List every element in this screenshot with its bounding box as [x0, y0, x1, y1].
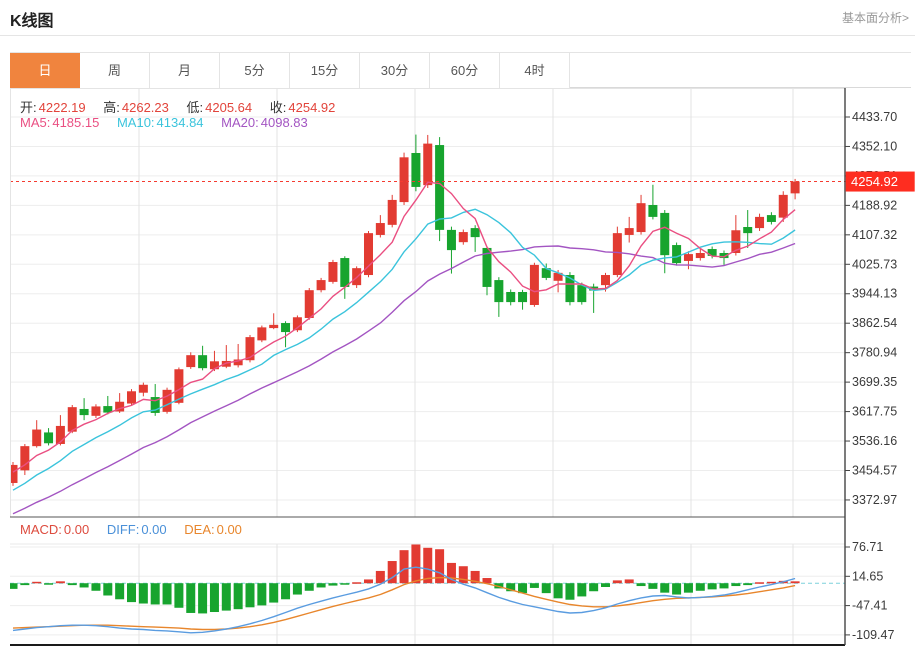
tab-60分[interactable]: 60分	[430, 53, 500, 88]
svg-text:3699.35: 3699.35	[852, 375, 897, 389]
diff-label: DIFF:	[107, 522, 140, 537]
svg-text:3617.75: 3617.75	[852, 405, 897, 419]
ohlc-readout: 开:4222.19 高:4262.23 低:4205.64 收:4254.92	[20, 97, 337, 116]
svg-text:4107.32: 4107.32	[852, 228, 897, 242]
ma5-value: 4185.15	[52, 115, 99, 130]
svg-text:4188.92: 4188.92	[852, 198, 897, 212]
macd-readout: MACD:0.00 DIFF:0.00 DEA:0.00	[20, 522, 244, 537]
tab-4时[interactable]: 4时	[500, 53, 570, 88]
last-price-label: 4254.92	[851, 174, 898, 189]
ma10-value: 4134.84	[157, 115, 204, 130]
close-label: 收:	[270, 100, 287, 115]
svg-text:-47.41: -47.41	[852, 599, 887, 613]
svg-text:3372.97: 3372.97	[852, 493, 897, 507]
low-value: 4205.64	[205, 100, 252, 115]
svg-text:3862.54: 3862.54	[852, 316, 897, 330]
svg-text:76.71: 76.71	[852, 540, 883, 554]
close-value: 4254.92	[288, 100, 335, 115]
macd-value: 0.00	[64, 522, 89, 537]
svg-text:3536.16: 3536.16	[852, 434, 897, 448]
tab-日[interactable]: 日	[10, 53, 80, 88]
svg-text:4433.70: 4433.70	[852, 110, 897, 124]
kline-chart-panel: K线图 基本面分析> 日周月5分15分30分60分4时 开:4222.19 高:…	[0, 0, 915, 651]
svg-text:3944.13: 3944.13	[852, 287, 897, 301]
ma20-label: MA20:	[221, 115, 259, 130]
ma20-value: 4098.83	[261, 115, 308, 130]
svg-text:4352.10: 4352.10	[852, 139, 897, 153]
low-label: 低:	[187, 100, 204, 115]
svg-text:3454.57: 3454.57	[852, 463, 897, 477]
fundamental-analysis-link[interactable]: 基本面分析>	[842, 9, 909, 26]
macd-label: MACD:	[20, 522, 62, 537]
dea-label: DEA:	[184, 522, 214, 537]
tab-5分[interactable]: 5分	[220, 53, 290, 88]
high-value: 4262.23	[122, 100, 169, 115]
tab-月[interactable]: 月	[150, 53, 220, 88]
tab-30分[interactable]: 30分	[360, 53, 430, 88]
candlestick-macd-chart[interactable]: 4433.704352.104270.514188.924107.324025.…	[10, 88, 915, 651]
ma10-label: MA10:	[117, 115, 155, 130]
diff-value: 0.00	[141, 522, 166, 537]
open-label: 开:	[20, 100, 37, 115]
svg-text:14.65: 14.65	[852, 569, 883, 583]
title-divider	[0, 35, 915, 36]
svg-text:3780.94: 3780.94	[852, 346, 897, 360]
interval-tabbar: 日周月5分15分30分60分4时	[10, 52, 911, 88]
page-title: K线图	[10, 7, 54, 31]
dea-value: 0.00	[217, 522, 242, 537]
ma5-label: MA5:	[20, 115, 50, 130]
svg-text:4025.73: 4025.73	[852, 257, 897, 271]
tab-15分[interactable]: 15分	[290, 53, 360, 88]
open-value: 4222.19	[39, 100, 86, 115]
svg-text:-109.47: -109.47	[852, 628, 894, 642]
ma-readout: MA5:4185.15 MA10:4134.84 MA20:4098.83	[20, 115, 310, 130]
tab-周[interactable]: 周	[80, 53, 150, 88]
high-label: 高:	[103, 100, 120, 115]
